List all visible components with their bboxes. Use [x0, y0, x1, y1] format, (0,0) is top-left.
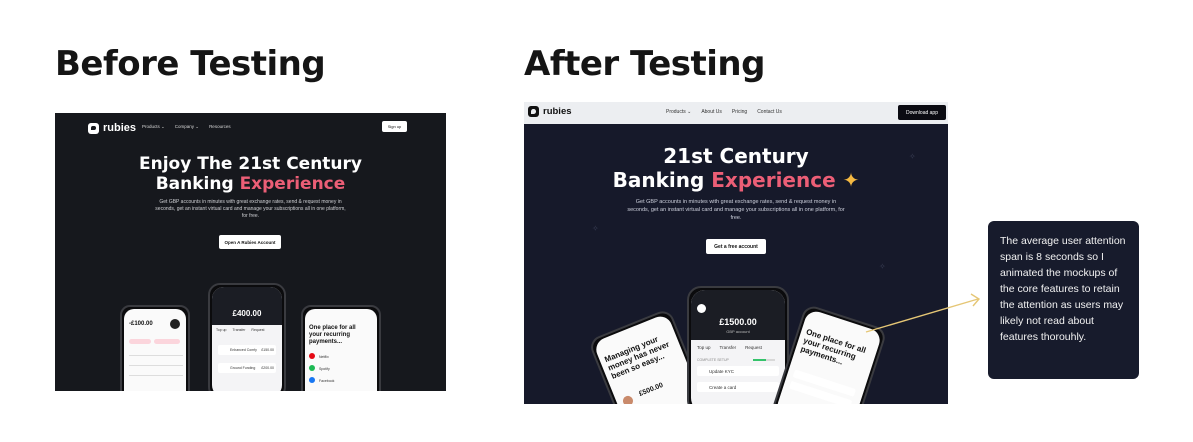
- annotation-note: The average user attention span is 8 sec…: [988, 221, 1139, 379]
